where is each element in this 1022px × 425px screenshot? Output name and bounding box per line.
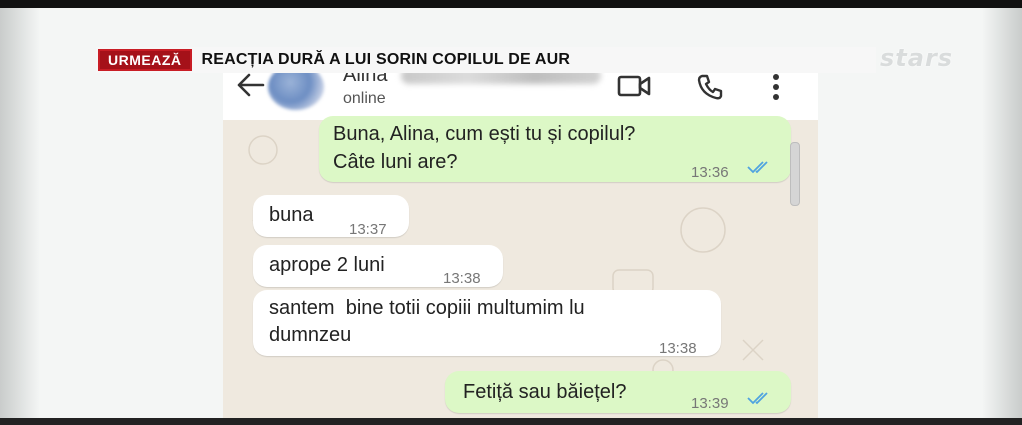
message-time: 13:38 — [659, 340, 697, 357]
contact-status: online — [343, 90, 386, 107]
more-options-icon[interactable] — [771, 72, 781, 102]
back-arrow-icon[interactable] — [235, 72, 265, 98]
news-ticker: URMEAZĂ REACȚIA DURĂ A LUI SORIN COPILUL… — [96, 47, 876, 73]
message-time: 13:39 — [691, 395, 729, 412]
bottom-border — [0, 418, 1022, 425]
outgoing-message[interactable]: Fetiță sau băiețel? 13:39 — [445, 371, 791, 413]
message-text-line: dumnzeu — [269, 324, 352, 346]
incoming-message[interactable]: aprope 2 luni 13:38 — [253, 245, 503, 287]
message-text: buna — [269, 204, 314, 226]
ticker-tag: URMEAZĂ — [98, 49, 192, 71]
chat-scrollbar[interactable] — [790, 142, 800, 206]
phone-call-icon[interactable] — [696, 73, 724, 101]
outgoing-message[interactable]: Buna, Alina, cum ești tu și copilul? Cât… — [319, 116, 791, 182]
message-text-line: Buna, Alina, cum ești tu și copilul? — [333, 123, 636, 145]
channel-logo-text: stars — [880, 44, 954, 72]
double-check-icon — [747, 392, 768, 405]
incoming-message[interactable]: buna 13:37 — [253, 195, 409, 238]
ticker-headline: REACȚIA DURĂ A LUI SORIN COPILUL DE AUR — [201, 51, 571, 68]
message-text: Fetiță sau băiețel? — [463, 381, 627, 403]
message-time: 13:37 — [349, 221, 387, 238]
channel-logo: stars — [880, 42, 975, 76]
message-time: 13:36 — [691, 164, 729, 181]
chat-screen: Alina online Buna, Alina, cum ești tu și… — [223, 52, 818, 425]
message-text-line: santem bine totii copiii multumim lu — [269, 297, 585, 319]
video-call-icon[interactable] — [617, 74, 651, 98]
double-check-icon — [747, 161, 768, 174]
message-time: 13:38 — [443, 270, 481, 287]
message-text: aprope 2 luni — [269, 254, 385, 276]
message-text-line: Câte luni are? — [333, 151, 458, 173]
incoming-message[interactable]: santem bine totii copiii multumim lu dum… — [253, 290, 721, 357]
top-border — [0, 0, 1022, 8]
